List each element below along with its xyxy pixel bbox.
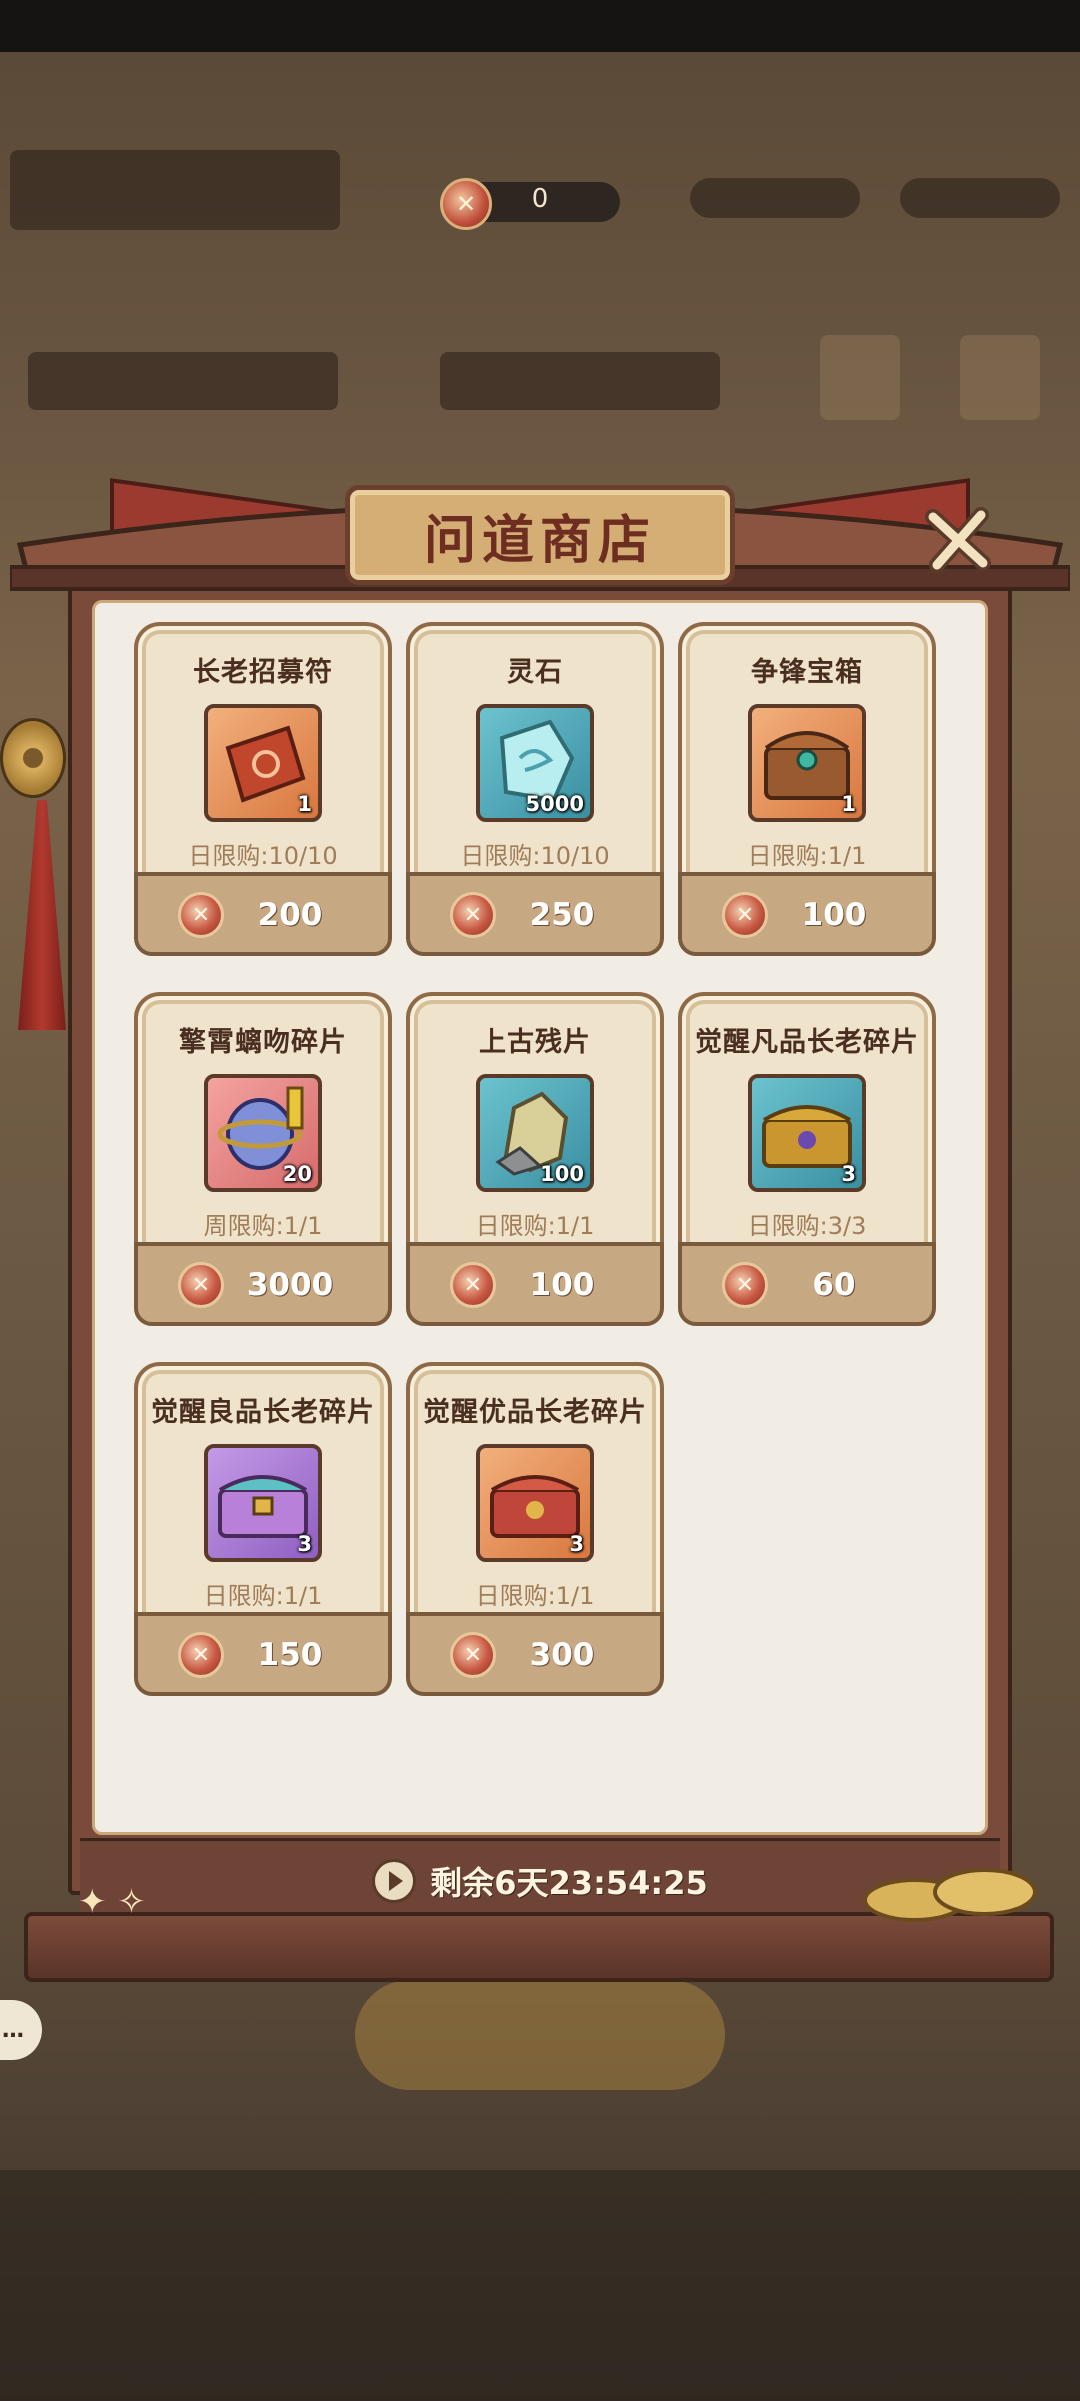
currency-value: 0: [531, 184, 549, 214]
shop-item-card[interactable]: 觉醒良品长老碎片 3 日限购:1/1 ✕ 150: [134, 1362, 392, 1696]
purchase-limit: 日限购:10/10: [460, 842, 610, 870]
background-action-button: [355, 1980, 725, 2090]
item-name: 争锋宝箱: [751, 657, 863, 688]
item-quantity: 3: [569, 1532, 584, 1556]
shop-item-card[interactable]: 上古残片 100 日限购:1/1 ✕ 100: [406, 992, 664, 1326]
item-quantity: 20: [282, 1162, 312, 1186]
item-price: 150: [257, 1637, 323, 1673]
item-price: 100: [801, 897, 867, 933]
item-icon-frame: 20: [204, 1074, 322, 1192]
item-name: 灵石: [507, 657, 563, 688]
background-dropdown-left: [28, 352, 338, 410]
crossed-swords-token-icon: ✕: [178, 1262, 224, 1308]
shop-item-card[interactable]: 长老招募符 1 日限购:10/10 ✕ 200: [134, 622, 392, 956]
background-icon-b: [960, 335, 1040, 420]
shop-title-plaque: 问道商店: [345, 485, 735, 585]
item-name: 觉醒凡品长老碎片: [695, 1027, 919, 1058]
item-price: 100: [529, 1267, 595, 1303]
item-name: 长老招募符: [193, 657, 333, 688]
purchase-limit: 日限购:1/1: [475, 1582, 595, 1610]
shop-item-card[interactable]: 觉醒凡品长老碎片 3 日限购:3/3 ✕ 60: [678, 992, 936, 1326]
sparkle-icon: ✦ ✧: [78, 1882, 146, 1922]
item-icon-frame: 3: [476, 1444, 594, 1562]
shop-title: 问道商店: [423, 509, 656, 571]
item-quantity: 5000: [525, 792, 584, 816]
purchase-limit: 周限购:1/1: [203, 1212, 323, 1240]
item-icon-frame: 1: [204, 704, 322, 822]
item-quantity: 3: [297, 1532, 312, 1556]
item-icon-frame: 5000: [476, 704, 594, 822]
item-quantity: 1: [841, 792, 856, 816]
shop-item-card[interactable]: 觉醒优品长老碎片 3 日限购:1/1 ✕ 300: [406, 1362, 664, 1696]
close-icon: [925, 507, 991, 573]
purchase-limit: 日限购:1/1: [747, 842, 867, 870]
item-price: 60: [812, 1267, 856, 1303]
shop-item-card[interactable]: 争锋宝箱 1 日限购:1/1 ✕ 100: [678, 622, 936, 956]
bottom-nav-dimmed: [0, 2170, 1080, 2401]
frame-base: [24, 1912, 1054, 1982]
item-price: 300: [529, 1637, 595, 1673]
item-icon-frame: 1: [748, 704, 866, 822]
background-player-info: [10, 150, 340, 230]
shop-item-card[interactable]: 灵石 5000 日限购:10/10 ✕ 250: [406, 622, 664, 956]
status-bar: [0, 0, 1080, 52]
crossed-swords-token-icon: ✕: [450, 1262, 496, 1308]
item-icon-frame: 100: [476, 1074, 594, 1192]
crossed-swords-token-icon: ✕: [722, 892, 768, 938]
purchase-limit: 日限购:1/1: [475, 1212, 595, 1240]
close-button[interactable]: [918, 500, 998, 580]
crossed-swords-token-icon: ✕: [450, 892, 496, 938]
purchase-limit: 日限购:10/10: [188, 842, 338, 870]
item-quantity: 3: [841, 1162, 856, 1186]
crossed-swords-token-icon: ✕: [178, 1632, 224, 1678]
item-name: 上古残片: [479, 1027, 591, 1058]
item-quantity: 100: [540, 1162, 584, 1186]
item-icon-frame: 3: [748, 1074, 866, 1192]
item-name: 觉醒优品长老碎片: [423, 1397, 647, 1428]
shop-item-card[interactable]: 擎霄螭吻碎片 20 周限购:1/1 ✕ 3000: [134, 992, 392, 1326]
gold-ingot-icon: [863, 1868, 1037, 1922]
crossed-swords-token-icon: ✕: [440, 178, 492, 230]
item-name: 擎霄螭吻碎片: [179, 1027, 347, 1058]
crossed-swords-token-icon: ✕: [722, 1262, 768, 1308]
item-price: 250: [529, 897, 595, 933]
item-name: 觉醒良品长老碎片: [151, 1397, 375, 1428]
item-quantity: 1: [297, 792, 312, 816]
timer-text: 剩余6天23:54:25: [430, 1864, 708, 1902]
crossed-swords-token-icon: ✕: [178, 892, 224, 938]
crossed-swords-token-icon: ✕: [450, 1632, 496, 1678]
background-currency-c: [900, 178, 1060, 218]
background-currency-b: [690, 178, 860, 218]
item-price: 3000: [246, 1267, 334, 1303]
background-dropdown-right: [440, 352, 720, 410]
clock-icon: [372, 1859, 417, 1903]
item-price: 200: [257, 897, 323, 933]
coin-ornament-icon: [0, 718, 66, 798]
purchase-limit: 日限购:1/1: [203, 1582, 323, 1610]
background-icon-a: [820, 335, 900, 420]
item-icon-frame: 3: [204, 1444, 322, 1562]
purchase-limit: 日限购:3/3: [747, 1212, 867, 1240]
